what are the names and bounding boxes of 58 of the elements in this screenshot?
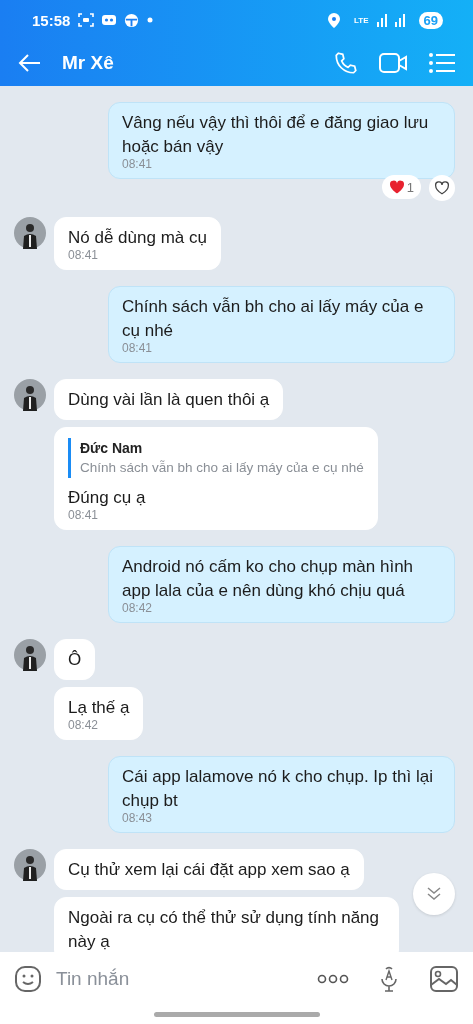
like-button[interactable] [429, 175, 455, 201]
message-bubble[interactable]: Dùng vài lần là quen thôi ạ [54, 379, 284, 420]
message-text: Cái app lalamove nó k cho chụp. Ip thì lại chụp bt [122, 766, 434, 812]
avatar-icon[interactable] [14, 639, 46, 671]
dot-icon [147, 17, 154, 23]
contact-name: Mr Xê [62, 52, 115, 74]
back-arrow-icon[interactable] [18, 53, 42, 73]
message-time: 08:41 [68, 248, 100, 262]
reaction-badge[interactable]: 1 [381, 175, 421, 199]
message-text: Dùng vài lần là quen thôi ạ [68, 389, 270, 411]
steering-wheel-icon [124, 12, 140, 28]
message-time: 08:41 [68, 508, 100, 522]
avatar-icon[interactable] [14, 379, 46, 411]
status-time: 15:58 [32, 11, 71, 29]
sticker-icon[interactable] [14, 965, 42, 993]
message-text: Nó dễ dùng mà cụ [68, 227, 207, 249]
message-time: 08:43 [122, 811, 154, 825]
message-bubble[interactable]: Nó dễ dùng mà cụ 08:41 [54, 217, 221, 270]
double-chevron-down-icon [425, 886, 443, 902]
message-text: Đúng cụ ạ [68, 487, 147, 509]
message-text: Ô [68, 649, 82, 671]
message-text: Cụ thử xem lại cái đặt app xem sao ạ [68, 859, 350, 881]
message-bubble[interactable]: Vâng nếu vậy thì thôi để e đăng giao lưu hoặc bán vậy 08:41 [108, 102, 455, 179]
message-bubble[interactable]: Ngoài ra cụ có thể thử sử dụng tính năng này ạ [54, 897, 399, 952]
message-bubble[interactable]: Cái app lalamove nó k cho chụp. Ip thì lại chụp bt 08:43 [108, 756, 455, 833]
message-text: Vâng nếu vậy thì thôi để e đăng giao lưu hoặc bán vậy [122, 112, 430, 158]
message-bubble[interactable]: Cụ thử xem lại cái đặt app xem sao ạ [54, 849, 364, 890]
more-icon[interactable] [317, 974, 349, 984]
message-time: 08:42 [68, 718, 100, 732]
menu-icon[interactable] [429, 52, 455, 74]
location-icon [328, 12, 340, 28]
message-time: 08:41 [122, 157, 154, 171]
avatar-icon[interactable] [14, 217, 46, 249]
image-icon[interactable] [429, 965, 459, 993]
message-time: 08:42 [122, 601, 154, 615]
message-bubble[interactable]: Lạ thế ạ 08:42 [54, 687, 144, 740]
heart-outline-icon [434, 181, 450, 195]
message-time: 08:41 [122, 341, 154, 355]
phone-icon[interactable] [333, 50, 359, 76]
video-camera-icon[interactable] [379, 51, 409, 75]
message-text: Android nó cấm ko cho chụp màn hình app lala của e nên dùng khó chịu quá [122, 556, 415, 602]
message-bubble[interactable]: Android nó cấm ko cho chụp màn hình app lala của e nên dùng khó chịu quá 08:42 [108, 546, 455, 623]
battery-level: 69 [418, 11, 443, 29]
network-label: LTE [354, 15, 369, 25]
voicemail-icon [102, 14, 117, 26]
message-bubble[interactable]: Chính sách vẫn bh cho ai lấy máy của e cụ nhé 08:41 [108, 286, 455, 363]
message-input[interactable]: Tin nhắn [54, 967, 305, 991]
message-text: Chính sách vẫn bh cho ai lấy máy của e cụ nhé [122, 296, 425, 342]
message-bubble[interactable]: Ô [54, 639, 96, 680]
reaction-count: 1 [406, 179, 414, 195]
message-bubble[interactable]: Đức Nam Chính sách vẫn bh cho ai lấy máy của e cụ nhé Đúng cụ ạ 08:41 [54, 427, 378, 530]
quote-author: Đức Nam [80, 439, 144, 458]
screenshot-icon [78, 13, 95, 27]
quote-text: Chính sách vẫn bh cho ai lấy máy của e cụ nhé [80, 459, 364, 477]
avatar-icon[interactable] [14, 849, 46, 881]
heart-icon [388, 180, 405, 194]
message-text: Lạ thế ạ [68, 697, 130, 719]
message-text: Ngoài ra cụ có thể thử sử dụng tính năng này ạ [68, 907, 380, 952]
